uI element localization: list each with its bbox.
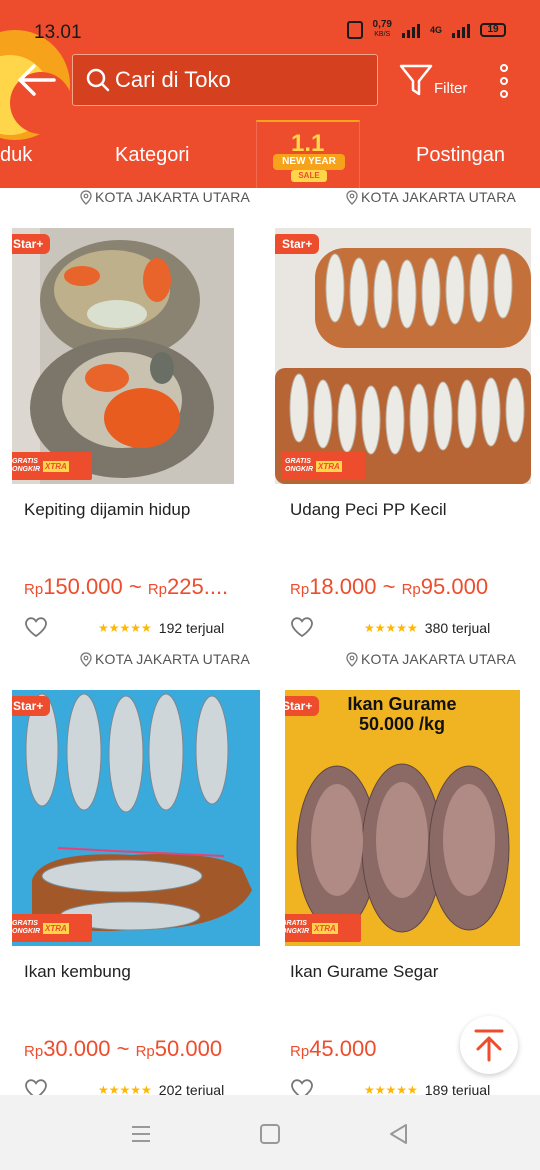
status-time: 13.01 (34, 22, 82, 43)
star-plus-badge: Star+ (285, 696, 320, 716)
product-price: Rp45.000 (290, 1036, 377, 1061)
crab-photo (12, 228, 234, 484)
product-location: KOTA JAKARTA UTARA (346, 651, 516, 667)
sold-count: 380 terjual (424, 620, 491, 636)
star-plus-badge: Star+ (12, 696, 51, 716)
product-card-ikan-kembung[interactable]: Star+ GRATIS ONGKIR XTRA Ikan kembung Rp3… (0, 690, 262, 1132)
product-name: Udang Peci PP Kecil (290, 500, 447, 519)
product-location: KOTA JAKARTA UTARA (80, 651, 250, 667)
product-location: KOTA JAKARTA UTARA (346, 189, 516, 205)
location-pin-icon (346, 651, 358, 667)
speed-unit: KB/S (374, 31, 391, 38)
gourami-photo: Ikan Gurame 50.000 /kg (285, 690, 520, 946)
signal-icon (401, 22, 420, 38)
status-bar: 13.01 0,79 KB/S 4G 19 (0, 0, 540, 50)
product-name: Kepiting dijamin hidup (24, 500, 191, 519)
product-name: Ikan Gurame Segar (290, 962, 439, 981)
back-nav-icon[interactable] (386, 1123, 412, 1145)
filter-button[interactable]: Filter (398, 60, 474, 106)
xtra-label: XTRA (43, 460, 69, 472)
filter-label: Filter (434, 80, 468, 97)
search-icon (86, 68, 110, 92)
speed-value: 0,79 (372, 19, 392, 30)
location-pin-icon (80, 189, 92, 205)
status-icons: 0,79 KB/S 4G 19 (346, 20, 506, 40)
product-image: Star+ GRATIS ONGKIR XTRA (275, 228, 531, 484)
back-to-top-icon (474, 1029, 504, 1062)
xtra-label: XTRA (43, 922, 69, 934)
product-rating: ★★★★★ 192 terjual (98, 620, 224, 636)
vibrate-icon (346, 21, 363, 39)
battery-indicator: 19 (480, 23, 506, 37)
home-nav-icon[interactable] (257, 1123, 283, 1145)
product-price: Rp150.000 ~ Rp225.... (24, 574, 229, 599)
location-text: KOTA JAKARTA UTARA (361, 651, 517, 667)
new-year-sale-label: SALE (291, 170, 327, 182)
location-text: KOTA JAKARTA UTARA (95, 189, 251, 205)
free-shipping-badge: GRATISONGKIR XTRA (285, 914, 361, 942)
star-plus-badge: Star+ (12, 234, 51, 254)
xtra-label: XTRA (312, 922, 338, 934)
product-image: Star+ GRATIS ONGKIR XTRA (12, 228, 234, 484)
tab-kategori[interactable]: Kategori (115, 144, 190, 167)
tab-postingan[interactable]: Postingan (416, 144, 505, 167)
tab-produk[interactable]: duk (0, 144, 32, 167)
free-shipping-badge: GRATISONGKIR XTRA (12, 452, 92, 480)
product-price: Rp18.000 ~ Rp95.000 (290, 574, 489, 599)
star-icon: ★★★★★ (98, 621, 152, 635)
product-card-udang[interactable]: Star+ GRATIS ONGKIR XTRA Udang Peci PP Ke… (269, 228, 531, 670)
product-image: Star+ GRATIS ONGKIR XTRA (12, 690, 260, 946)
sold-count: 192 terjual (158, 620, 225, 636)
search-input[interactable]: Cari di Toko (72, 54, 378, 106)
image-caption-line1: Ikan Gurame (347, 694, 456, 714)
search-placeholder: Cari di Toko (115, 67, 231, 92)
free-shipping-badge: GRATISONGKIR XTRA (12, 914, 92, 942)
menu-nav-icon[interactable] (128, 1123, 154, 1145)
filter-icon (399, 64, 433, 96)
star-icon: ★★★★★ (364, 621, 418, 635)
tab-new-year-sale[interactable]: 1.1 NEW YEAR SALE (256, 120, 360, 188)
network-type: 4G (429, 25, 442, 35)
product-card-kepiting[interactable]: Star+ GRATIS ONGKIR XTRA Kepiting dijamin… (0, 228, 262, 670)
product-price: Rp30.000 ~ Rp50.000 (24, 1036, 223, 1061)
app-header: 13.01 0,79 KB/S 4G 19 Cari di Toko Filte… (0, 0, 540, 188)
back-button[interactable] (16, 60, 58, 100)
image-caption-line2: 50.000 /kg (359, 714, 445, 734)
location-pin-icon (80, 651, 92, 667)
back-to-top-button[interactable] (460, 1016, 518, 1074)
product-image: Ikan Gurame 50.000 /kg Star+ GRATISONGKI… (285, 690, 520, 946)
product-name: Ikan kembung (24, 962, 131, 981)
product-rating: ★★★★★ 380 terjual (364, 620, 490, 636)
new-year-label: NEW YEAR (273, 154, 345, 170)
location-text: KOTA JAKARTA UTARA (95, 651, 251, 667)
location-text: KOTA JAKARTA UTARA (361, 189, 517, 205)
store-tabs: duk Kategori 1.1 NEW YEAR SALE Postingan (0, 120, 540, 188)
back-arrow-icon (18, 64, 56, 96)
free-shipping-badge: GRATISONGKIR XTRA (281, 452, 365, 480)
product-location: KOTA JAKARTA UTARA (80, 189, 250, 205)
signal-icon-2 (452, 22, 470, 38)
heart-icon[interactable] (290, 616, 314, 638)
xtra-label: XTRA (316, 460, 342, 472)
system-navigation-bar (0, 1095, 540, 1170)
star-plus-badge: Star+ (275, 234, 320, 254)
shrimp-photo (275, 228, 531, 484)
mackerel-photo (12, 690, 260, 946)
network-speed: 0,79 KB/S (373, 20, 392, 40)
location-pin-icon (346, 189, 358, 205)
more-vertical-icon[interactable] (494, 64, 514, 98)
heart-icon[interactable] (24, 616, 48, 638)
